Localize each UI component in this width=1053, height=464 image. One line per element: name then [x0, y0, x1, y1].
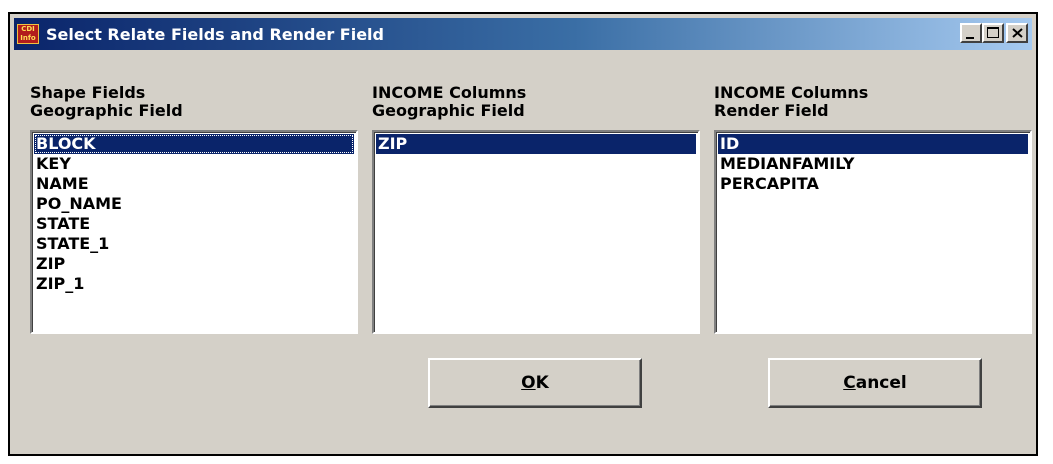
close-icon	[1012, 28, 1023, 38]
ok-button[interactable]: OK	[428, 358, 642, 408]
list-item[interactable]: NAME	[34, 174, 354, 194]
close-button[interactable]	[1006, 23, 1028, 43]
list-item[interactable]: ZIP	[34, 254, 354, 274]
dialog-window: CDI Info Select Relate Fields and Render…	[8, 12, 1038, 456]
window-title: Select Relate Fields and Render Field	[46, 25, 384, 44]
cancel-label-rest: ancel	[855, 373, 907, 393]
list-item[interactable]: KEY	[34, 154, 354, 174]
ok-mnemonic: O	[521, 373, 536, 393]
label-line-1: Shape Fields	[30, 83, 146, 102]
label-line-2: Render Field	[714, 101, 829, 120]
shape-fields-label: Shape Fields Geographic Field	[30, 84, 183, 120]
shape-geographic-field-list[interactable]: BLOCK KEY NAME PO_NAME STATE STATE_1 ZIP ZIP_1	[30, 130, 358, 334]
title-bar[interactable]: CDI Info Select Relate Fields and Render…	[14, 18, 1032, 50]
ok-label-rest: K	[535, 373, 549, 393]
cancel-mnemonic: C	[843, 373, 856, 393]
cancel-button[interactable]: Cancel	[768, 358, 982, 408]
label-line-1: INCOME Columns	[714, 83, 869, 102]
list-item[interactable]: STATE	[34, 214, 354, 234]
maximize-button[interactable]	[982, 23, 1004, 43]
income-render-field-label: INCOME Columns Render Field	[714, 84, 868, 120]
minimize-button[interactable]	[960, 23, 982, 43]
list-item[interactable]: BLOCK	[34, 134, 354, 154]
income-geographic-field-list[interactable]: ZIP	[372, 130, 700, 334]
list-item[interactable]: STATE_1	[34, 234, 354, 254]
list-item[interactable]: ID	[718, 134, 1028, 154]
income-render-field-list[interactable]: ID MEDIANFAMILY PERCAPITA	[714, 130, 1032, 334]
list-item[interactable]: ZIP_1	[34, 274, 354, 294]
label-line-1: INCOME Columns	[372, 83, 527, 102]
income-geographic-field-label: INCOME Columns Geographic Field	[372, 84, 526, 120]
list-item[interactable]: PERCAPITA	[718, 174, 1028, 194]
list-item[interactable]: PO_NAME	[34, 194, 354, 214]
app-icon: CDI Info	[17, 24, 39, 44]
label-line-2: Geographic Field	[30, 101, 183, 120]
label-line-2: Geographic Field	[372, 101, 525, 120]
list-item[interactable]: ZIP	[376, 134, 696, 154]
list-item[interactable]: MEDIANFAMILY	[718, 154, 1028, 174]
